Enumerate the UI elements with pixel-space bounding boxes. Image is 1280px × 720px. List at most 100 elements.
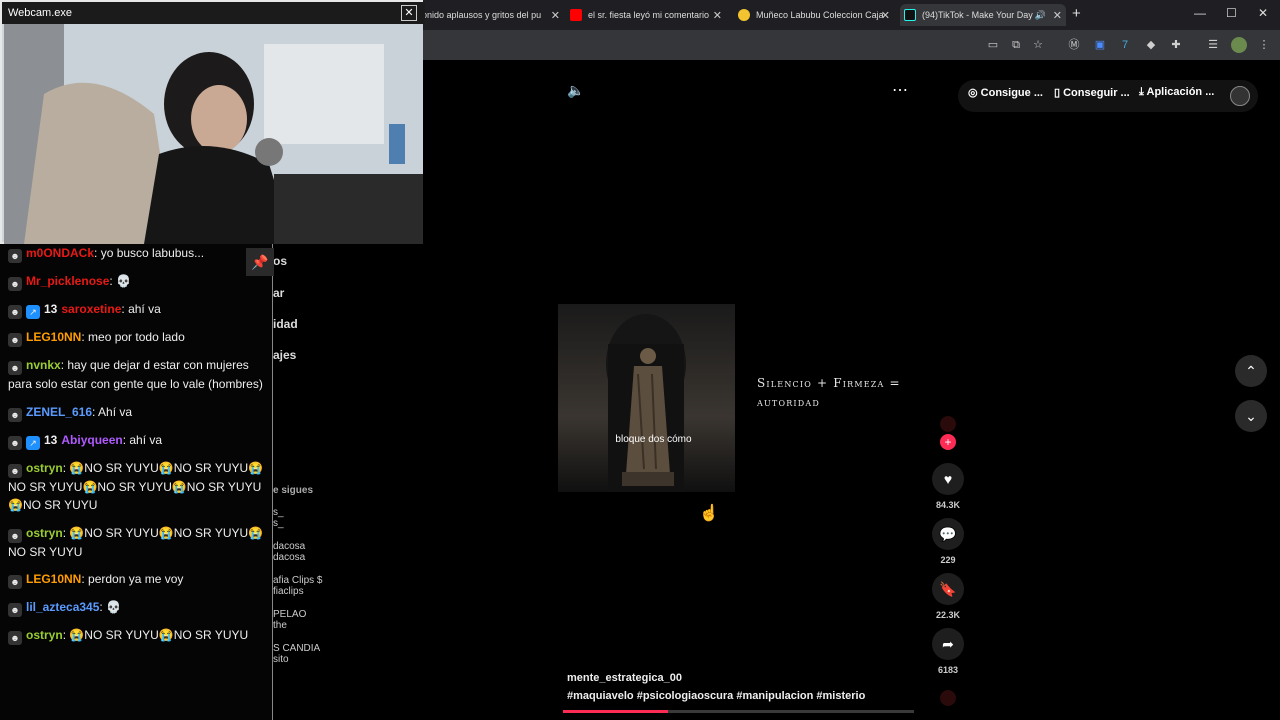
bookmark-icon[interactable]: 🔖 <box>932 573 964 605</box>
chat-username[interactable]: ostryn <box>26 628 63 642</box>
get-app-label: Conseguir ... <box>1063 87 1130 99</box>
chat-username[interactable]: Mr_picklenose <box>26 274 109 288</box>
tab-3-close-icon[interactable]: ✕ <box>881 9 890 22</box>
tab-4-close-icon[interactable]: ✕ <box>1053 9 1062 22</box>
sidebar-nav-item-1[interactable]: os <box>273 254 287 268</box>
translate-icon[interactable]: ⧉ <box>1008 37 1024 53</box>
chat-username[interactable]: LEG10NN <box>26 572 81 586</box>
quote-line-1: Silencio + Firmeza = <box>757 376 901 390</box>
maximize-button[interactable]: ☐ <box>1226 6 1237 20</box>
chat-text: ahí va <box>128 302 161 316</box>
video-progress-bar[interactable] <box>563 710 914 713</box>
tiktok-favicon-icon <box>904 9 916 21</box>
sub-badge-icon: ↗ <box>26 305 40 319</box>
profile-avatar-icon[interactable] <box>1231 37 1247 53</box>
sidebar-nav-item-2[interactable]: ar <box>273 286 284 300</box>
tab-4[interactable]: (94)TikTok - Make Your Day 🔊 ✕ <box>900 4 1066 26</box>
save-count: 22.3K <box>935 610 961 620</box>
chat-text: perdon ya me voy <box>88 572 184 586</box>
tab-2[interactable]: el sr. fiesta leyó mi comentario ✕ <box>566 4 726 26</box>
extension-translate-icon[interactable]: ▣ <box>1092 37 1108 53</box>
following-account-1[interactable]: s_ s_ <box>273 507 284 529</box>
sound-disc-icon[interactable] <box>940 690 956 706</box>
bookmark-star-icon[interactable]: ☆ <box>1030 37 1046 53</box>
extension-diamond-icon[interactable]: ◆ <box>1143 37 1159 53</box>
chat-message: ☻ ostryn: 😭NO SR YUYU😭NO SR YUYU <box>8 626 264 645</box>
chat-badge-icon: ☻ <box>8 631 22 645</box>
tab-2-close-icon[interactable]: ✕ <box>713 9 722 22</box>
webcam-window[interactable]: Webcam.exe ✕ <box>0 0 425 244</box>
chat-badge-icon: ☻ <box>8 528 22 543</box>
following-handle: the <box>273 620 287 631</box>
extension-7tv-icon[interactable]: 7 <box>1117 37 1133 53</box>
chat-username[interactable]: m0ONDACk <box>26 246 94 260</box>
browser-menu-icon[interactable]: ⋮ <box>1256 37 1272 53</box>
webcam-title: Webcam.exe <box>8 7 72 19</box>
sub-badge-icon: ↗ <box>26 435 40 450</box>
chat-username[interactable]: LEG10NN <box>26 330 81 344</box>
cast-icon[interactable]: ▭ <box>985 37 1001 53</box>
chat-username[interactable]: ZENEL_616 <box>26 405 92 419</box>
following-account-5[interactable]: S CANDIA sito <box>273 643 320 665</box>
volume-icon[interactable]: 🔈 <box>567 82 584 99</box>
media-control-icon[interactable]: ☰ <box>1205 37 1221 53</box>
pin-icon[interactable]: 📌 <box>246 248 274 276</box>
sidebar-nav-item-3[interactable]: idad <box>273 317 298 331</box>
like-count: 84.3K <box>935 500 961 510</box>
video-author[interactable]: mente_estrategica_00 <box>567 672 682 684</box>
follow-plus-icon[interactable]: + <box>940 434 956 450</box>
following-account-2[interactable]: dacosa dacosa <box>273 541 305 563</box>
chat-message: ☻ ↗ 13 saroxetine: ahí va <box>8 300 264 319</box>
chat-username[interactable]: ostryn <box>26 461 63 475</box>
tab-audio-icon[interactable]: 🔊 <box>1035 10 1046 21</box>
shop-favicon-icon <box>738 9 750 21</box>
webcam-close-button[interactable]: ✕ <box>401 5 417 21</box>
previous-video-chevron-up-icon[interactable]: ⌃ <box>1235 355 1267 387</box>
next-video-chevron-down-icon[interactable]: ⌄ <box>1235 400 1267 432</box>
chat-badge-icon: ☻ <box>8 603 22 617</box>
chat-message: ☻ ostryn: 😭NO SR YUYU😭NO SR YUYU😭NO SR YU… <box>8 525 264 559</box>
get-app-button[interactable]: ▯ Conseguir ... <box>1054 86 1130 106</box>
video-thumbnail[interactable] <box>558 304 735 492</box>
chat-username[interactable]: ostryn <box>26 526 63 540</box>
more-options-icon[interactable]: ⋯ <box>892 80 908 100</box>
comment-icon[interactable]: 💬 <box>932 518 964 550</box>
creator-avatar[interactable] <box>940 416 956 432</box>
like-heart-icon[interactable]: ♥ <box>932 463 964 495</box>
following-name: PELAO <box>273 609 307 620</box>
following-account-4[interactable]: PELAO the <box>273 609 306 631</box>
share-arrow-icon[interactable]: ➦ <box>932 628 964 660</box>
following-name: dacosa <box>273 541 306 552</box>
minimize-button[interactable]: — <box>1194 6 1206 20</box>
sub-months: 13 <box>44 302 58 316</box>
following-handle: dacosa <box>273 552 306 563</box>
chat-message: ☻ ↗ 13 Abiyqueen: ahí va <box>8 431 264 450</box>
chat-username[interactable]: lil_azteca345 <box>26 600 99 614</box>
chat-username[interactable]: Abiyqueen <box>61 433 122 447</box>
chat-text: meo por todo lado <box>88 330 185 344</box>
chat-message: ☻ lil_azteca345: 💀 <box>8 598 264 617</box>
download-app-button[interactable]: ⤓ Aplicación ... <box>1139 86 1214 106</box>
chat-badge-icon: ☻ <box>8 407 22 422</box>
extensions-puzzle-icon[interactable]: ✚ <box>1168 37 1184 53</box>
chat-username[interactable]: saroxetine <box>61 302 121 316</box>
video-hashtags[interactable]: #maquiavelo #psicologiaoscura #manipulac… <box>567 690 865 702</box>
chat-message: ☻ LEG10NN: perdon ya me voy <box>8 570 264 589</box>
sidebar-nav-item-4[interactable]: ajes <box>273 348 296 362</box>
new-tab-button[interactable]: + <box>1072 5 1081 22</box>
chat-username[interactable]: nvnkx <box>26 358 61 372</box>
following-account-3[interactable]: afia Clips $ fiaclips <box>273 575 322 597</box>
tab-1[interactable]: onido aplausos y gritos del pu ✕ <box>422 4 564 26</box>
user-avatar[interactable] <box>1230 86 1250 106</box>
tab-3[interactable]: Muñeco Labubu Coleccion Caja ✕ <box>734 4 894 26</box>
chat-message: ☻ nvnkx: hay que dejar d estar con mujere… <box>8 358 263 391</box>
webcam-feed-image <box>4 24 423 244</box>
chat-badge-icon: ☻ <box>8 333 22 347</box>
following-handle: s_ <box>273 518 284 529</box>
get-coins-button[interactable]: ◎ Consigue ... <box>968 86 1043 106</box>
close-window-button[interactable]: ✕ <box>1258 6 1268 20</box>
extension-m-icon[interactable]: Ⓜ <box>1066 37 1082 53</box>
tab-4-label: (94)TikTok - Make Your Day <box>922 10 1033 20</box>
chat-text: 😭NO SR YUYU😭NO SR YUYU <box>69 628 249 642</box>
tab-1-close-icon[interactable]: ✕ <box>551 9 560 22</box>
